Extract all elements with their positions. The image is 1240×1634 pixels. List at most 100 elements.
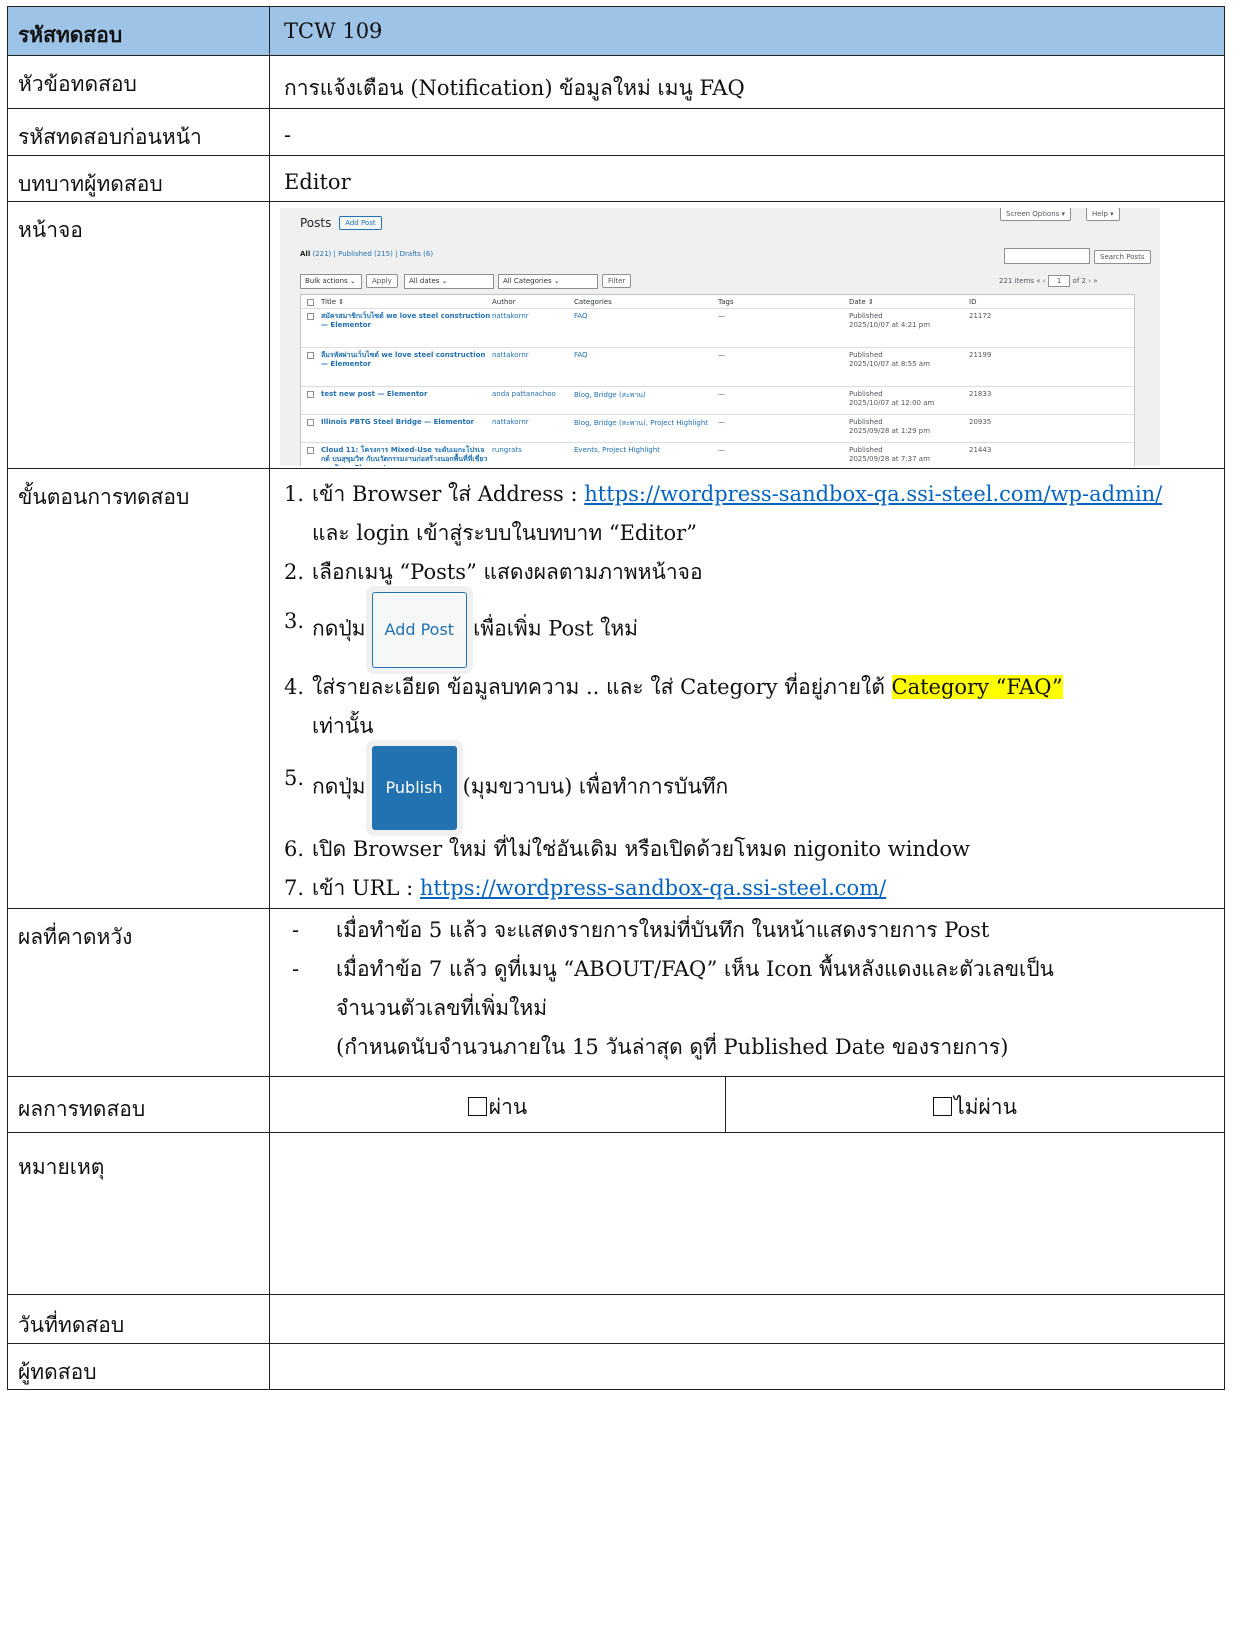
posts-screenshot: Posts Add Post Screen Options ▾ Help ▾ A…: [280, 208, 1160, 466]
post-categories[interactable]: Blog, Bridge (สะพาน): [574, 390, 646, 401]
row-screen: หน้าจอ Posts Add Post Screen Options ▾ H…: [7, 201, 1225, 469]
highlight-category-faq: Category “FAQ”: [891, 675, 1063, 699]
site-url-link[interactable]: https://wordpress-sandbox-qa.ssi-steel.c…: [420, 876, 886, 900]
post-status: Published: [849, 312, 883, 320]
post-status: Published: [849, 390, 883, 398]
select-all-checkbox[interactable]: [307, 299, 314, 306]
post-title-link[interactable]: สมัครสมาชิกเว็บไซต์ we love steel constr…: [321, 312, 491, 330]
step-5: 5. กดปุ่ม Publish (มุมขวาบน) เพื่อทำการบันท…: [284, 746, 1210, 830]
row-checkbox[interactable]: [307, 391, 314, 398]
posts-table: Title ⇕ Author Categories Tags Date ⇕ ID…: [300, 294, 1135, 466]
post-tags: —: [718, 351, 725, 359]
post-title-link[interactable]: test new post — Elementor: [321, 390, 491, 399]
search-posts-button[interactable]: Search Posts: [1094, 250, 1151, 264]
row-checkbox[interactable]: [307, 447, 314, 454]
search-posts-input[interactable]: [1004, 248, 1090, 264]
value-previous-code: -: [269, 108, 1225, 156]
row-checkbox[interactable]: [307, 352, 314, 359]
date-cell[interactable]: [269, 1294, 1225, 1344]
publish-button-image: Publish: [371, 746, 457, 830]
categories-select[interactable]: All Categories ⌄: [498, 274, 598, 289]
post-id: 21172: [969, 312, 992, 320]
col-categories: Categories: [574, 298, 612, 306]
screen-cell: Posts Add Post Screen Options ▾ Help ▾ A…: [269, 201, 1225, 469]
label-note: หมายเหตุ: [7, 1132, 270, 1295]
post-author[interactable]: nattakornr: [492, 312, 529, 320]
filter-published-drafts[interactable]: | Published (215) | Drafts (6): [334, 250, 434, 258]
row-note: หมายเหตุ: [7, 1132, 1225, 1295]
steps-cell: 1. เข้า Browser ใส่ Address : https://wor…: [269, 468, 1225, 909]
post-status-filters: All (221) | Published (215) | Drafts (6): [300, 250, 433, 258]
post-date: 2025/10/07 at 12:00 am: [849, 399, 935, 407]
step-7: 7. เข้า URL : https://wordpress-sandbox-q…: [284, 876, 887, 900]
col-date[interactable]: Date ⇕: [849, 298, 874, 307]
post-date: 2025/10/07 at 8:55 am: [849, 360, 930, 368]
col-id: ID: [969, 298, 977, 306]
row-checkbox[interactable]: [307, 419, 314, 426]
table-row: Cloud 11: โครงการ Mixed-Use ระดับเมกะโปร…: [301, 443, 1134, 466]
add-post-button-image: Add Post: [371, 592, 468, 668]
filter-all[interactable]: All: [300, 250, 310, 258]
row-previous-code: รหัสทดสอบก่อนหน้า -: [7, 108, 1225, 156]
value-test-code: TCW 109: [269, 6, 1225, 56]
label-expected: ผลที่คาดหวัง: [7, 908, 270, 1077]
post-categories[interactable]: FAQ: [574, 312, 588, 320]
post-tags: —: [718, 418, 725, 426]
steps-list: 1. เข้า Browser ใส่ Address : https://wor…: [284, 475, 1210, 908]
label-date: วันที่ทดสอบ: [7, 1294, 270, 1344]
post-id: 20935: [969, 418, 992, 426]
post-date: 2025/10/07 at 4:21 pm: [849, 321, 931, 329]
page-input[interactable]: 1: [1047, 275, 1071, 287]
posts-table-header: Title ⇕ Author Categories Tags Date ⇕ ID: [301, 295, 1134, 309]
bulk-actions-select[interactable]: Bulk actions ⌄: [300, 274, 362, 289]
post-date: 2025/09/28 at 7:37 am: [849, 455, 930, 463]
pass-checkbox[interactable]: [467, 1097, 487, 1116]
post-categories[interactable]: FAQ: [574, 351, 588, 359]
post-id: 21443: [969, 446, 992, 454]
post-author[interactable]: nattakornr: [492, 351, 529, 359]
post-author[interactable]: anda pattanachoo: [492, 390, 556, 398]
table-row: สมัครสมาชิกเว็บไซต์ we love steel constr…: [301, 309, 1134, 348]
fail-checkbox[interactable]: [933, 1097, 953, 1116]
post-categories[interactable]: Events, Project Highlight: [574, 446, 660, 454]
step-3: 3. กดปุ่ม Add Post เพื่อเพิ่ม Post ใหม่: [284, 592, 1210, 668]
post-categories[interactable]: Blog, Bridge (สะพาน), Project Highlight: [574, 418, 708, 429]
post-author[interactable]: nattakornr: [492, 418, 529, 426]
post-title-link[interactable]: Illinois PBTG Steel Bridge — Elementor: [321, 418, 491, 427]
label-screen: หน้าจอ: [7, 201, 270, 469]
filter-button[interactable]: Filter: [602, 274, 632, 288]
row-topic: หัวข้อทดสอบ การแจ้งเตือน (Notification) …: [7, 55, 1225, 109]
value-role: Editor: [269, 155, 1225, 202]
post-title-link[interactable]: ลืมรหัสผ่านเว็บไซต์ we love steel constr…: [321, 351, 491, 369]
expected-list: - เมื่อทำข้อ 5 แล้ว จะแสดงรายการใหม่ที่บั…: [284, 911, 1210, 989]
screen-options-button[interactable]: Screen Options ▾: [1000, 208, 1072, 221]
help-button[interactable]: Help ▾: [1086, 208, 1120, 221]
row-tester: ผู้ทดสอบ: [7, 1343, 1225, 1390]
step-4: 4. ใส่รายละเอียด ข้อมูลบทความ .. และ ใส่ …: [284, 675, 1063, 699]
step-6: 6. เปิด Browser ใหม่ ที่ไม่ใช่อันเดิม หรื…: [284, 837, 970, 861]
col-title[interactable]: Title ⇕: [321, 298, 491, 307]
row-test-code: รหัสทดสอบ TCW 109: [7, 6, 1225, 56]
step-1: 1. เข้า Browser ใส่ Address : https://wor…: [284, 482, 1163, 506]
post-id: 21199: [969, 351, 992, 359]
row-expected: ผลที่คาดหวัง - เมื่อทำข้อ 5 แล้ว จะแสดงรา…: [7, 908, 1225, 1077]
value-topic: การแจ้งเตือน (Notification) ข้อมูลใหม่ เ…: [269, 55, 1225, 109]
tester-cell[interactable]: [269, 1343, 1225, 1390]
label-result: ผลการทดสอบ: [7, 1076, 270, 1133]
note-cell[interactable]: [269, 1132, 1225, 1295]
step-1-cont: และ login เข้าสู่ระบบในบทบาท “Editor”: [312, 521, 697, 545]
expected-item-cont: จำนวนตัวเลขที่เพิ่มใหม่: [336, 996, 548, 1020]
expected-cell: - เมื่อทำข้อ 5 แล้ว จะแสดงรายการใหม่ที่บั…: [269, 908, 1225, 1077]
table-row: Illinois PBTG Steel Bridge — Elementor n…: [301, 415, 1134, 443]
admin-url-link[interactable]: https://wordpress-sandbox-qa.ssi-steel.c…: [584, 482, 1162, 506]
filter-all-count[interactable]: (221): [312, 250, 331, 258]
row-checkbox[interactable]: [307, 313, 314, 320]
posts-heading: Posts Add Post: [300, 216, 382, 230]
add-post-button[interactable]: Add Post: [339, 216, 382, 230]
row-role: บทบาทผู้ทดสอบ Editor: [7, 155, 1225, 202]
post-author[interactable]: rungrats: [492, 446, 522, 454]
post-title-link[interactable]: Cloud 11: โครงการ Mixed-Use ระดับเมกะโปร…: [321, 446, 491, 466]
apply-button[interactable]: Apply: [366, 274, 398, 288]
step-4-cont: เท่านั้น: [312, 714, 374, 738]
dates-select[interactable]: All dates ⌄: [404, 274, 494, 289]
